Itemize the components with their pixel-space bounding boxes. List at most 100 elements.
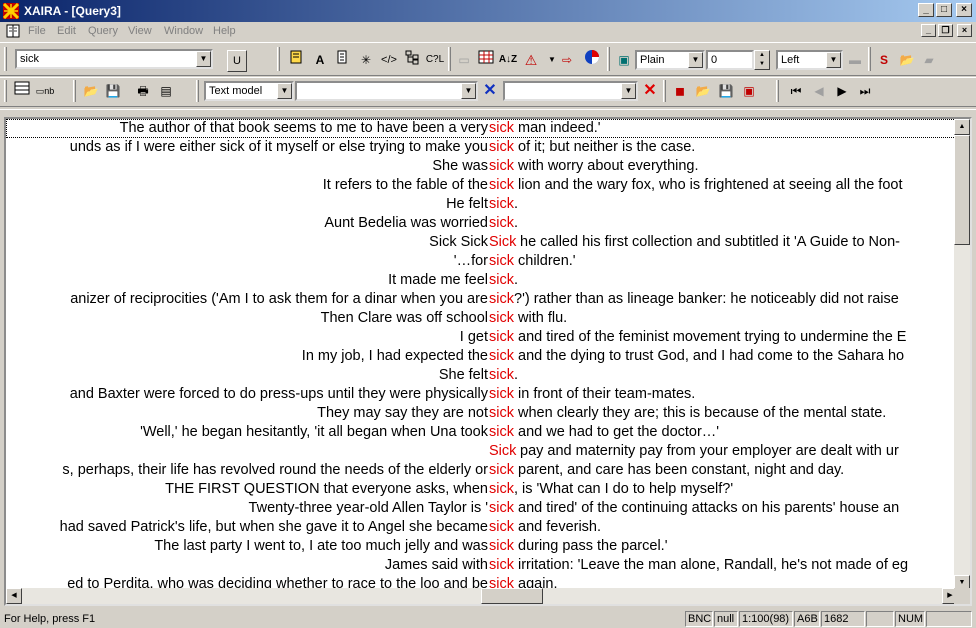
concordance-row[interactable]: had saved Patrick's life, but when she g…	[6, 518, 958, 537]
toolbar-grip[interactable]	[868, 47, 871, 71]
concordance-row[interactable]: The author of that book seems to me to h…	[6, 119, 958, 138]
close-button[interactable]: ×	[956, 3, 972, 17]
print-icon[interactable]: 🖶	[132, 80, 154, 102]
concordance-row[interactable]: I get sick and tired of the feminist movem…	[6, 328, 958, 347]
save-bookmarks-icon[interactable]: 💾	[715, 80, 737, 102]
grid-view-icon[interactable]	[11, 80, 33, 102]
scroll-left-icon[interactable]: ◀	[6, 588, 22, 604]
bookmark-icon[interactable]: ◼	[669, 80, 691, 102]
warning-icon[interactable]: ⚠	[520, 49, 542, 71]
horizontal-scrollbar[interactable]: ◀ ▶	[6, 588, 958, 604]
spin-down-icon[interactable]: ▼	[755, 60, 769, 69]
script-icon[interactable]: S	[873, 49, 895, 71]
chevron-down-icon[interactable]: ▼	[196, 51, 211, 67]
sort-icon[interactable]: A↓Z	[497, 49, 519, 71]
filter-combo-1[interactable]: ▼	[295, 81, 478, 101]
concordance-row[interactable]: He felt sick.	[6, 195, 958, 214]
concordance-row[interactable]: In my job, I had expected the sick and the…	[6, 347, 958, 366]
toolbar-grip[interactable]	[73, 80, 76, 102]
toolbar-grip[interactable]	[663, 80, 666, 102]
concordance-row[interactable]: It made me feel sick.	[6, 271, 958, 290]
menu-edit[interactable]: Edit	[57, 25, 76, 37]
cql-query-icon[interactable]: C?L	[424, 49, 446, 71]
clear-filter-2-icon[interactable]: ✕	[639, 80, 661, 102]
horizontal-scroll-thumb[interactable]	[481, 588, 543, 604]
filter-combo-2[interactable]: ▼	[503, 81, 638, 101]
toolbar-grip[interactable]	[448, 47, 451, 71]
last-page-icon[interactable]: ⏭	[854, 80, 876, 102]
open-folder-icon[interactable]: 📂	[896, 49, 918, 71]
concordance-row[interactable]: The last party I went to, I ate too much…	[6, 537, 958, 556]
size-spinner[interactable]: ▲ ▼	[754, 50, 770, 70]
minimize-button[interactable]: _	[918, 3, 934, 17]
toolbar-grip[interactable]	[4, 47, 7, 71]
toolbar-grip[interactable]	[196, 80, 199, 102]
concordance-row[interactable]: Aunt Bedelia was worried sick.	[6, 214, 958, 233]
style-combo[interactable]: Plain ▼	[635, 50, 705, 70]
chevron-down-icon[interactable]: ▼	[688, 52, 703, 68]
first-page-icon[interactable]: ⏮	[785, 80, 807, 102]
next-page-icon[interactable]: ▶	[831, 80, 853, 102]
query-builder-icon[interactable]	[285, 49, 307, 71]
clear-filter-1-icon[interactable]: ✕	[479, 80, 501, 102]
concordance-row[interactable]: 'Well,' he began hesitantly, 'it all beg…	[6, 423, 958, 442]
menu-file[interactable]: File	[28, 25, 46, 37]
chevron-down-icon[interactable]: ▼	[277, 83, 292, 99]
concordance-row[interactable]: and Baxter were forced to do press-ups u…	[6, 385, 958, 404]
concordance-row[interactable]: Then Clare was off school sick with flu.	[6, 309, 958, 328]
collocation-icon[interactable]	[475, 49, 497, 71]
vertical-scroll-thumb[interactable]	[954, 135, 970, 245]
chevron-down-icon[interactable]: ▼	[826, 52, 841, 68]
concordance-row[interactable]: It refers to the fable of the sick lion an…	[6, 176, 958, 195]
list-view-icon[interactable]: ▤	[155, 80, 177, 102]
model-combo[interactable]: Text model ▼	[204, 81, 294, 101]
size-field[interactable]: 0	[706, 50, 754, 70]
concordance-row[interactable]: '…for sick children.'	[6, 252, 958, 271]
align-combo[interactable]: Left ▼	[776, 50, 843, 70]
pattern-query-icon[interactable]	[331, 49, 353, 71]
asterisk-icon[interactable]: ✳	[355, 49, 377, 71]
concordance-row[interactable]: Sick Sick Sick he called his first collect…	[6, 233, 958, 252]
display-icon[interactable]: ▣	[613, 49, 635, 71]
concordance-row[interactable]: Twenty-three year-old Allen Taylor is ' s…	[6, 499, 958, 518]
concordance-row[interactable]: anizer of reciprocities ('Am I to ask th…	[6, 290, 958, 309]
open-bookmarks-icon[interactable]: 📂	[692, 80, 714, 102]
chevron-down-icon[interactable]: ▼	[461, 83, 476, 99]
menu-help[interactable]: Help	[213, 25, 236, 37]
spin-up-icon[interactable]: ▲	[755, 51, 769, 60]
toolbar-grip[interactable]	[277, 47, 280, 71]
child-restore-button[interactable]: ❐	[938, 24, 953, 37]
concordance-row[interactable]: James said with sick irritation: 'Leave th…	[6, 556, 958, 575]
color-wheel-icon[interactable]	[581, 49, 603, 71]
scroll-up-icon[interactable]: ▲	[954, 119, 970, 135]
word-query-icon[interactable]: A	[309, 49, 331, 71]
concordance-row[interactable]: unds as if I were either sick of it myse…	[6, 138, 958, 157]
menu-query[interactable]: Query	[88, 25, 118, 37]
vertical-scrollbar[interactable]: ▲ ▼	[954, 119, 970, 591]
search-word-combo[interactable]: sick ▼	[15, 49, 213, 69]
concordance-row[interactable]: She was sick with worry about everything.	[6, 157, 958, 176]
menu-view[interactable]: View	[128, 25, 152, 37]
chevron-down-icon[interactable]: ▼	[621, 83, 636, 99]
menu-window[interactable]: Window	[164, 25, 203, 37]
concordance-view[interactable]: The author of that book seems to me to h…	[4, 117, 972, 606]
bookmark-settings-icon[interactable]: ▣	[738, 80, 760, 102]
concordance-row[interactable]: THE FIRST QUESTION that everyone asks, w…	[6, 480, 958, 499]
child-minimize-button[interactable]: _	[921, 24, 936, 37]
xml-query-icon[interactable]: </>	[378, 49, 400, 71]
concordance-row[interactable]: Sick pay and maternity pay from your empl…	[6, 442, 958, 461]
toolbar-grip[interactable]	[4, 80, 7, 102]
document-icon[interactable]	[6, 24, 20, 38]
concordance-row[interactable]: She felt sick.	[6, 366, 958, 385]
child-close-button[interactable]: ×	[957, 24, 972, 37]
toolbar-grip[interactable]	[776, 80, 779, 102]
export-icon[interactable]: ⇨	[556, 49, 578, 71]
concordance-row[interactable]: s, perhaps, their life has revolved roun…	[6, 461, 958, 480]
concordance-row[interactable]: They may say they are not sick when clearl…	[6, 404, 958, 423]
unicode-button[interactable]: U	[227, 50, 247, 72]
toolbar-grip[interactable]	[607, 47, 610, 71]
nb-view-icon[interactable]: ▭nb	[34, 80, 56, 102]
maximize-button[interactable]: □	[936, 3, 952, 17]
save-icon[interactable]: 💾	[102, 80, 124, 102]
tree-icon[interactable]	[401, 49, 423, 71]
